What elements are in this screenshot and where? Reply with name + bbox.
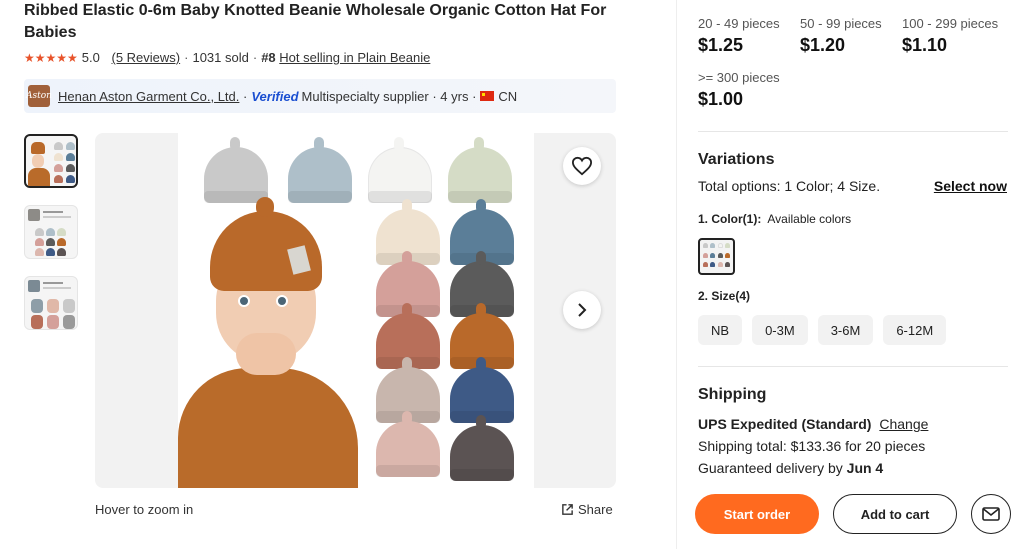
- shipping-title: Shipping: [698, 386, 767, 403]
- change-shipping-link[interactable]: Change: [879, 416, 928, 432]
- china-flag-icon: [480, 91, 495, 101]
- main-product-image[interactable]: [95, 133, 616, 488]
- thumbnail-3[interactable]: [24, 276, 78, 330]
- product-meta: ★★★★★ 5.0 (5 Reviews) · 1031 sold · #8 H…: [24, 50, 431, 65]
- variations-title: Variations: [698, 151, 775, 168]
- supplier-name-link[interactable]: Henan Aston Garment Co., Ltd.: [58, 89, 239, 104]
- size-option-0-3m[interactable]: 0-3M: [752, 315, 808, 345]
- product-title: Ribbed Elastic 0-6m Baby Knotted Beanie …: [24, 2, 607, 41]
- select-now-link[interactable]: Select now: [934, 178, 1007, 194]
- color-label: 1. Color(1): Available colors: [698, 212, 852, 226]
- variations-total: Total options: 1 Color; 4 Size.: [698, 178, 881, 194]
- supplier-logo[interactable]: Aston: [26, 85, 52, 107]
- zoom-hint: Hover to zoom in: [95, 502, 194, 517]
- next-image-button[interactable]: [563, 291, 601, 329]
- tier-quantity: 20 - 49 pieces: [698, 16, 780, 31]
- product-gallery-column: Ribbed Elastic 0-6m Baby Knotted Beanie …: [0, 0, 676, 549]
- chevron-right-icon: [578, 303, 587, 317]
- rank-link[interactable]: Hot selling in Plain Beanie: [279, 50, 430, 65]
- size-option-3-6m[interactable]: 3-6M: [817, 315, 874, 345]
- shipping-total: Shipping total: $133.36 for 20 pieces: [698, 438, 926, 454]
- share-button[interactable]: Share: [561, 502, 613, 517]
- favorite-button[interactable]: [563, 147, 601, 185]
- supplier-years: 4 yrs: [440, 88, 469, 104]
- supplier-country: CN: [498, 88, 518, 104]
- add-to-cart-button[interactable]: Add to cart: [833, 494, 957, 534]
- price-tier-3: 100 - 299 pieces $1.10: [902, 16, 1002, 56]
- heart-icon: [571, 156, 593, 176]
- purchase-panel: 20 - 49 pieces $1.25 50 - 99 pieces $1.2…: [676, 0, 1024, 549]
- share-icon: [562, 504, 573, 515]
- share-label: Share: [578, 502, 613, 517]
- size-options: NB 0-3M 3-6M 6-12M: [698, 315, 956, 345]
- mail-icon: [982, 507, 1000, 521]
- divider: [698, 366, 1008, 367]
- divider: [698, 131, 1008, 132]
- size-label: 2. Size(4): [698, 289, 751, 303]
- price-tier-2: 50 - 99 pieces $1.20: [800, 16, 900, 56]
- price-tier-1: 20 - 49 pieces $1.25: [698, 16, 798, 56]
- reviews-link[interactable]: (5 Reviews): [112, 50, 181, 65]
- tier-price: $1.20: [800, 35, 846, 55]
- rating-value: 5.0: [81, 50, 100, 65]
- tier-price: $1.10: [902, 35, 948, 55]
- color-option-swatch[interactable]: [698, 238, 735, 275]
- supplier-bar: Aston Henan Aston Garment Co., Ltd. · Ve…: [24, 79, 616, 113]
- thumbnail-1[interactable]: [24, 134, 78, 188]
- sold-count: 1031 sold: [192, 50, 249, 65]
- shipping-method: UPS Expedited (Standard) Change: [698, 416, 929, 432]
- rating-stars-icon: ★★★★★: [24, 50, 78, 65]
- tier-price: $1.25: [698, 35, 744, 55]
- color-note: Available colors: [767, 212, 852, 226]
- verified-badge: Verified: [251, 88, 299, 104]
- tier-quantity: 100 - 299 pieces: [902, 16, 999, 31]
- tier-price: $1.00: [698, 89, 744, 109]
- rank-number: #8: [261, 50, 276, 65]
- product-photo: [178, 133, 534, 488]
- tier-quantity: >= 300 pieces: [698, 70, 780, 85]
- start-order-button[interactable]: Start order: [695, 494, 819, 534]
- size-option-nb[interactable]: NB: [698, 315, 743, 345]
- thumbnail-2[interactable]: [24, 205, 78, 259]
- thumbnail-list: [24, 134, 78, 347]
- supplier-type: Multispecialty supplier: [301, 88, 429, 104]
- delivery-date: Guaranteed delivery by Jun 4: [698, 460, 884, 476]
- size-option-6-12m[interactable]: 6-12M: [883, 315, 947, 345]
- message-supplier-button[interactable]: [971, 494, 1011, 534]
- tier-quantity: 50 - 99 pieces: [800, 16, 882, 31]
- price-tier-4: >= 300 pieces $1.00: [698, 70, 798, 110]
